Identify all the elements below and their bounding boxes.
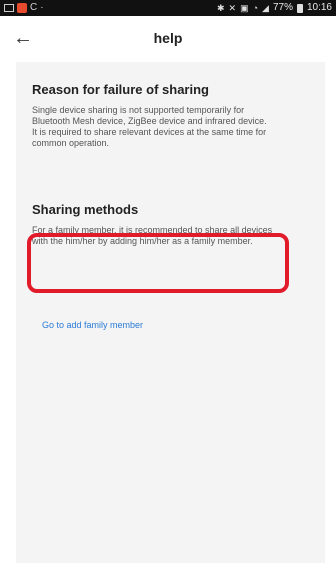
clock: 10:16 <box>306 2 332 13</box>
section-heading: Reason for failure of sharing <box>32 82 209 97</box>
section-failure-reason: Reason for failure of sharing Single dev… <box>32 82 311 149</box>
status-right: ✱ ✕ ▣ ◔ ◢ 77% 10:16 <box>217 0 332 16</box>
dot-icon: · <box>40 2 44 13</box>
signal-icon: ◢ <box>262 3 269 13</box>
section-text: For a family member, it is recommended t… <box>32 225 311 247</box>
text-line: Bluetooth Mesh device, ZigBee device and… <box>32 116 267 126</box>
sync-icon: C <box>30 2 38 13</box>
page-edge <box>325 62 336 563</box>
bluetooth-icon: ✱ <box>216 3 225 13</box>
gallery-icon <box>4 4 14 12</box>
section-text: Single device sharing is not supported t… <box>32 105 311 149</box>
battery-percent: 77% <box>272 2 293 13</box>
help-content: Reason for failure of sharing Single dev… <box>16 62 325 563</box>
battery-icon <box>296 3 303 13</box>
status-bar: C · ✱ ✕ ▣ ◔ ◢ 77% 10:16 <box>0 0 336 16</box>
wifi-icon: ◔ <box>252 3 259 13</box>
text-line: Single device sharing is not supported t… <box>32 105 245 115</box>
text-line: common operation. <box>32 138 110 148</box>
text-line: For a family member, it is recommended t… <box>32 225 273 235</box>
status-left: C · <box>4 0 44 16</box>
text-line: with the him/her by adding him/her as a … <box>32 236 253 246</box>
section-heading: Sharing methods <box>32 202 139 217</box>
mute-icon: ✕ <box>228 3 237 13</box>
page-title: help <box>153 30 183 46</box>
add-family-member-link[interactable]: Go to add family member <box>42 320 143 330</box>
section-sharing-methods: Sharing methods For a family member, it … <box>32 202 311 247</box>
app-icon <box>17 3 27 13</box>
nfc-icon: ▣ <box>240 3 249 13</box>
text-line: It is required to share relevant devices… <box>32 127 267 137</box>
app-header: ← help <box>0 16 336 62</box>
